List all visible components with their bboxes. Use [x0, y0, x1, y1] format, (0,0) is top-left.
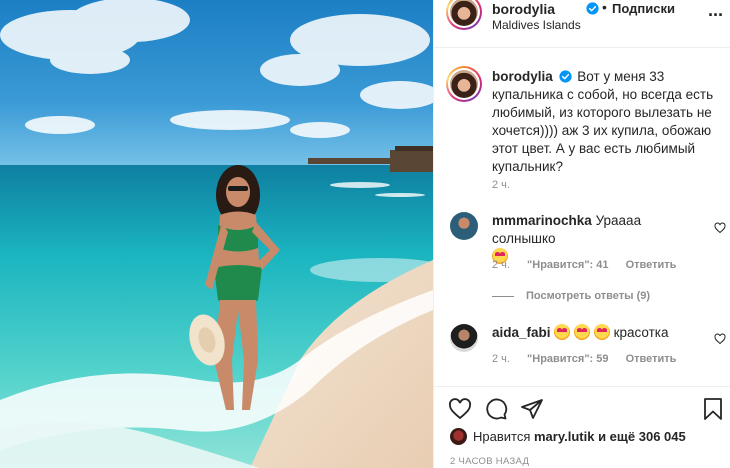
comment-meta: 2 ч. "Нравится": 41 Ответить	[492, 259, 690, 271]
caption-author-avatar[interactable]	[446, 66, 482, 102]
post-photo[interactable]	[0, 0, 433, 468]
comment-text-block: mmmarinochka Урaааа солнышко	[492, 212, 702, 266]
comment-username[interactable]: aida_fabi	[492, 325, 551, 340]
heart-eyes-emoji-icon	[554, 324, 571, 340]
comment-like-heart-icon[interactable]	[714, 333, 726, 345]
likes-prefix: Нравится	[473, 429, 531, 444]
liker-username[interactable]: mary.lutik	[534, 429, 594, 444]
bookmark-icon[interactable]	[701, 397, 725, 421]
share-icon[interactable]	[520, 397, 544, 421]
instagram-post: borodylia • Подписки Maldives Islands ··…	[0, 0, 730, 468]
caption-verified-badge-icon	[558, 70, 572, 83]
comment-reply-button[interactable]: Ответить	[626, 259, 677, 271]
following-button[interactable]: Подписки	[612, 1, 675, 16]
heart-eyes-emoji-icon	[574, 324, 591, 340]
post-side-panel: borodylia • Подписки Maldives Islands ··…	[433, 0, 730, 468]
header-separator-dot: •	[602, 0, 607, 15]
more-options-icon[interactable]: ···	[708, 5, 724, 26]
caption-username[interactable]: borodylia	[492, 69, 553, 84]
commenter-avatar[interactable]	[450, 324, 478, 352]
comment-time[interactable]: 2 ч.	[492, 259, 510, 271]
author-username[interactable]: borodylia	[492, 1, 555, 17]
liker-avatar[interactable]	[450, 428, 467, 445]
comment-reply-button[interactable]: Ответить	[626, 353, 677, 365]
post-actions-bar	[434, 386, 730, 432]
commenter-avatar[interactable]	[450, 212, 478, 240]
beach-photo-illustration	[0, 0, 433, 468]
comment-icon[interactable]	[484, 397, 508, 421]
comment-username[interactable]: mmmarinochka	[492, 213, 592, 228]
comment-likes-count[interactable]: "Нравится": 59	[527, 353, 608, 365]
heart-eyes-emoji-icon	[593, 324, 610, 340]
heart-icon[interactable]	[448, 397, 472, 421]
comment-time[interactable]: 2 ч.	[492, 353, 510, 365]
likes-suffix: и ещё	[598, 429, 636, 444]
post-timestamp[interactable]: 2 ЧАСОВ НАЗАД	[450, 456, 529, 467]
comment-likes-count[interactable]: "Нравится": 41	[527, 259, 608, 271]
caption-text: Вот у меня 33 купальника с собой, но все…	[492, 69, 714, 174]
verified-badge-icon	[586, 2, 599, 15]
comment-like-heart-icon[interactable]	[714, 222, 726, 234]
caption-time[interactable]: 2 ч.	[492, 179, 510, 191]
post-header: borodylia • Подписки Maldives Islands ··…	[434, 0, 730, 48]
caption-text-block: borodylia Вот у меня 33 купальника с соб…	[492, 68, 718, 176]
author-avatar[interactable]	[446, 0, 482, 30]
replies-divider-line	[492, 295, 514, 297]
view-replies-toggle[interactable]: Посмотреть ответы (9)	[492, 290, 650, 302]
comment-text-block: aida_fabi красотка	[492, 324, 702, 342]
comment-text: красотка	[613, 325, 669, 340]
likes-count[interactable]: 306 045	[639, 429, 686, 444]
comment-meta: 2 ч. "Нравится": 59 Ответить	[492, 353, 690, 365]
view-replies-label: Посмотреть ответы (9)	[526, 290, 651, 302]
post-location[interactable]: Maldives Islands	[492, 18, 581, 32]
likes-summary[interactable]: Нравится mary.lutik и ещё 306 045	[450, 428, 686, 446]
